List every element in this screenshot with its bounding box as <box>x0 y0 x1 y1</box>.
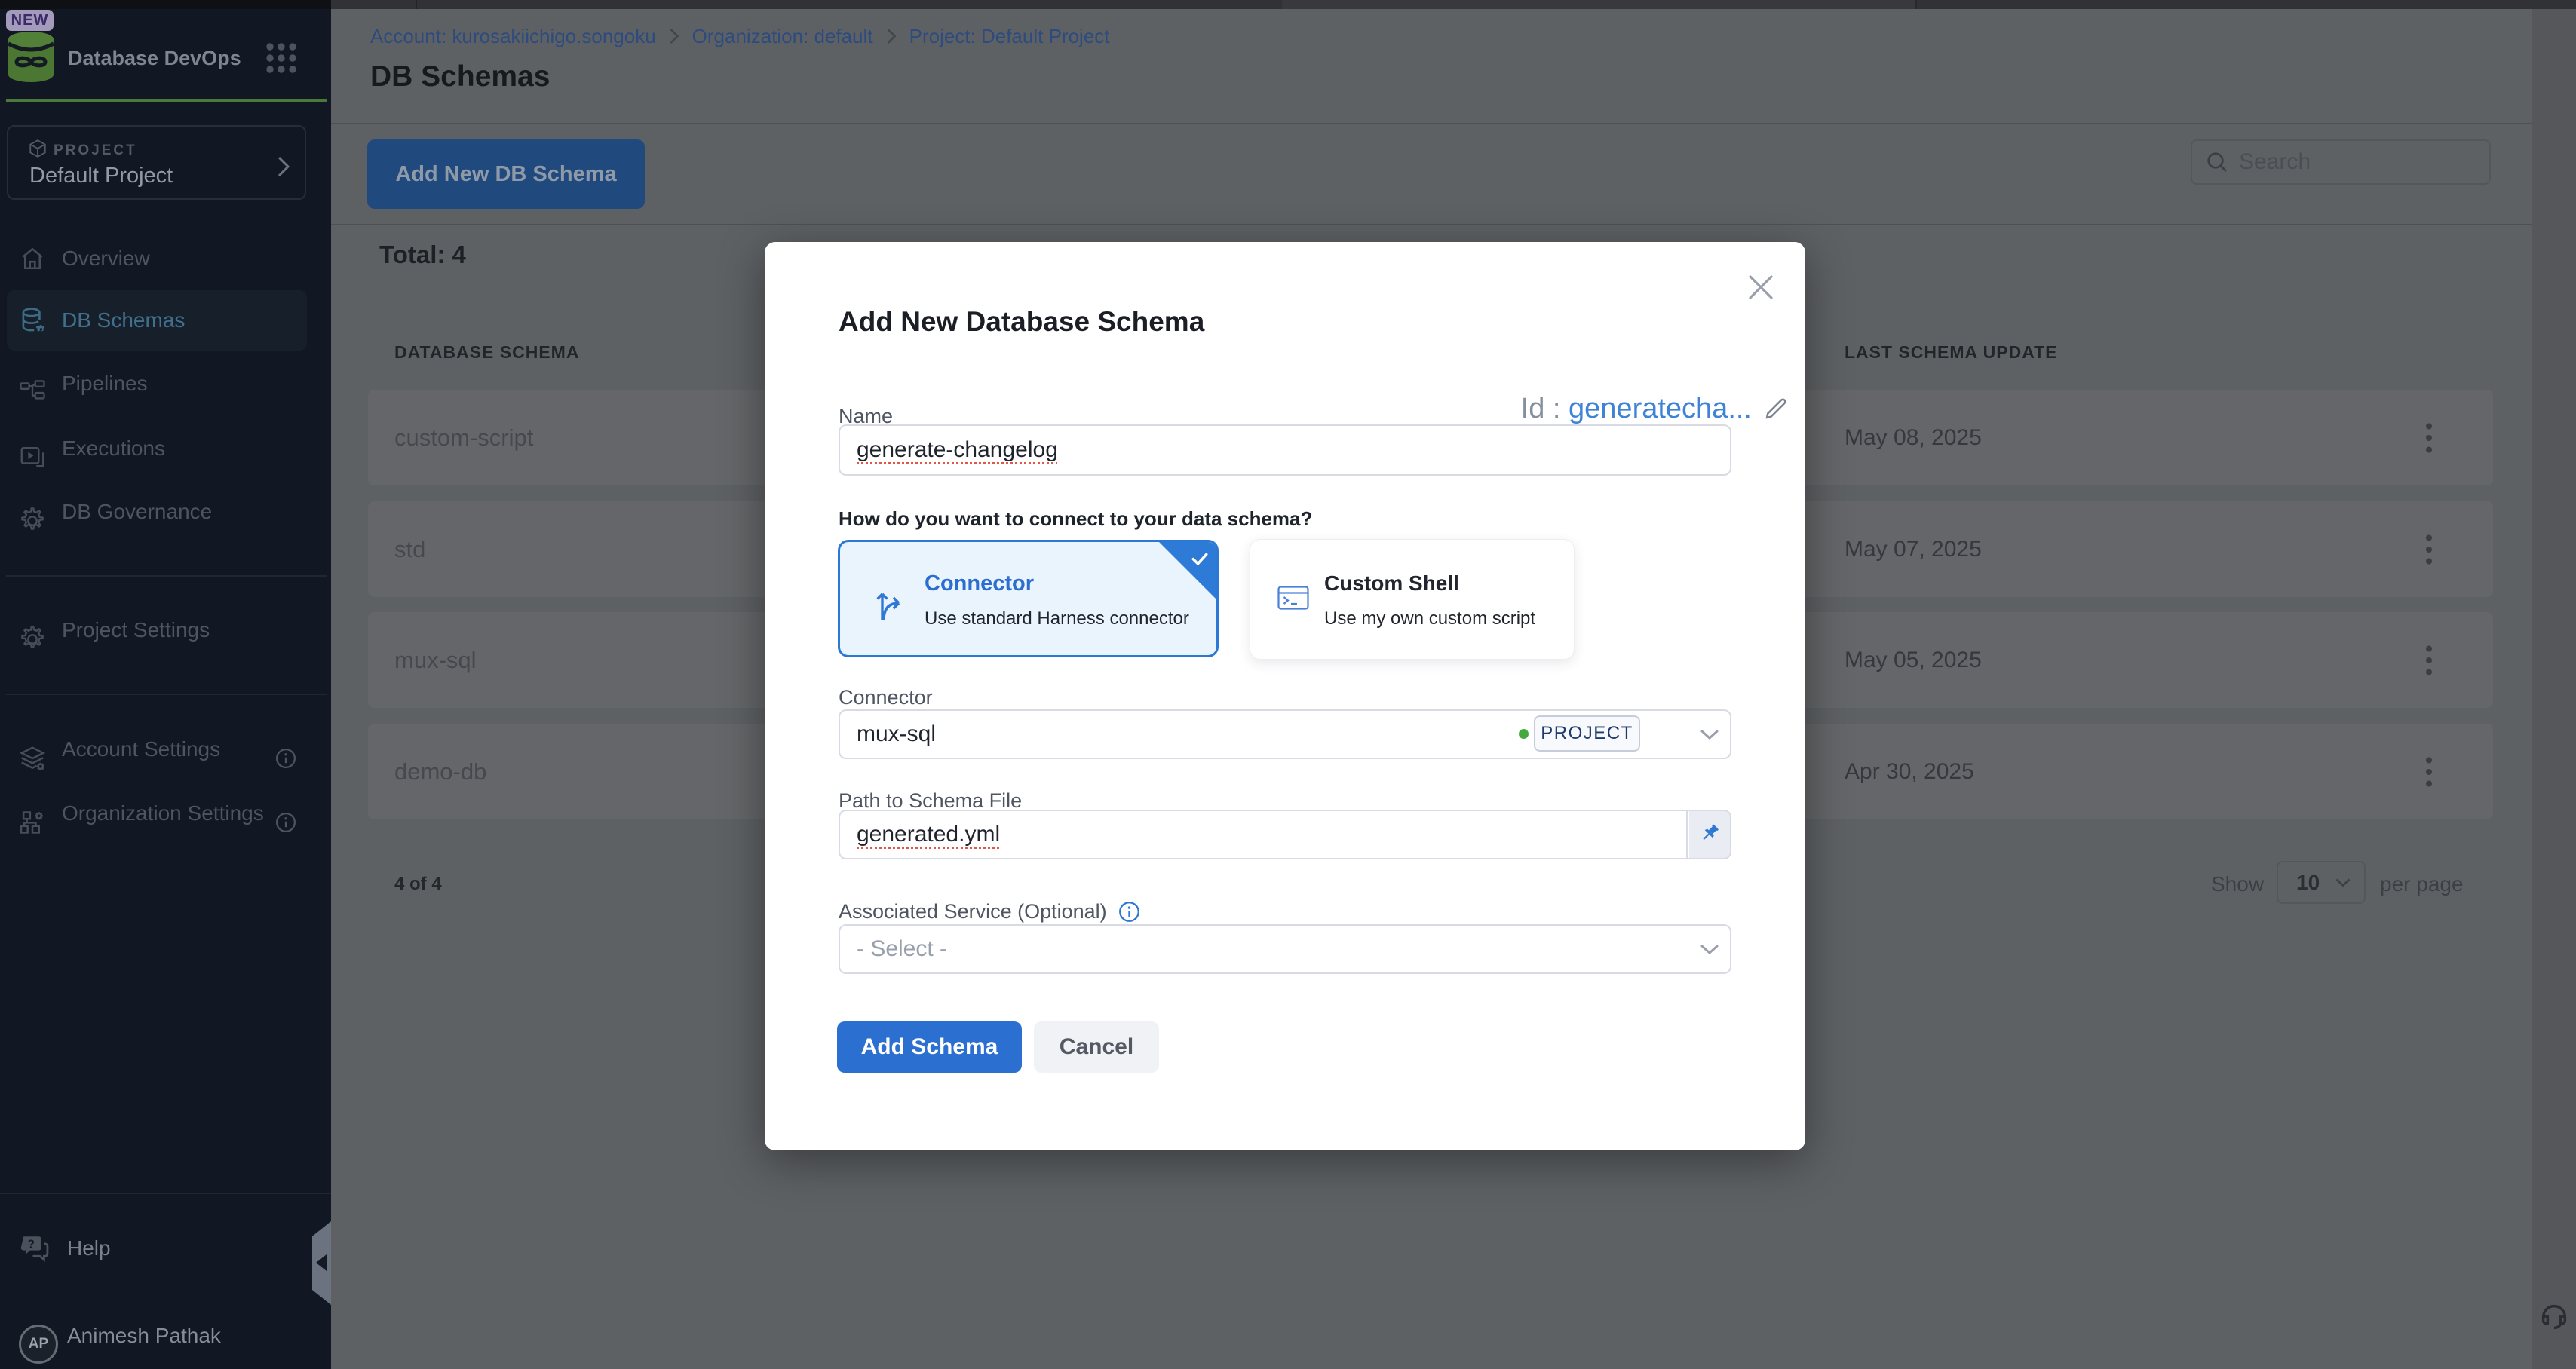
svg-text:?: ? <box>27 1239 35 1251</box>
